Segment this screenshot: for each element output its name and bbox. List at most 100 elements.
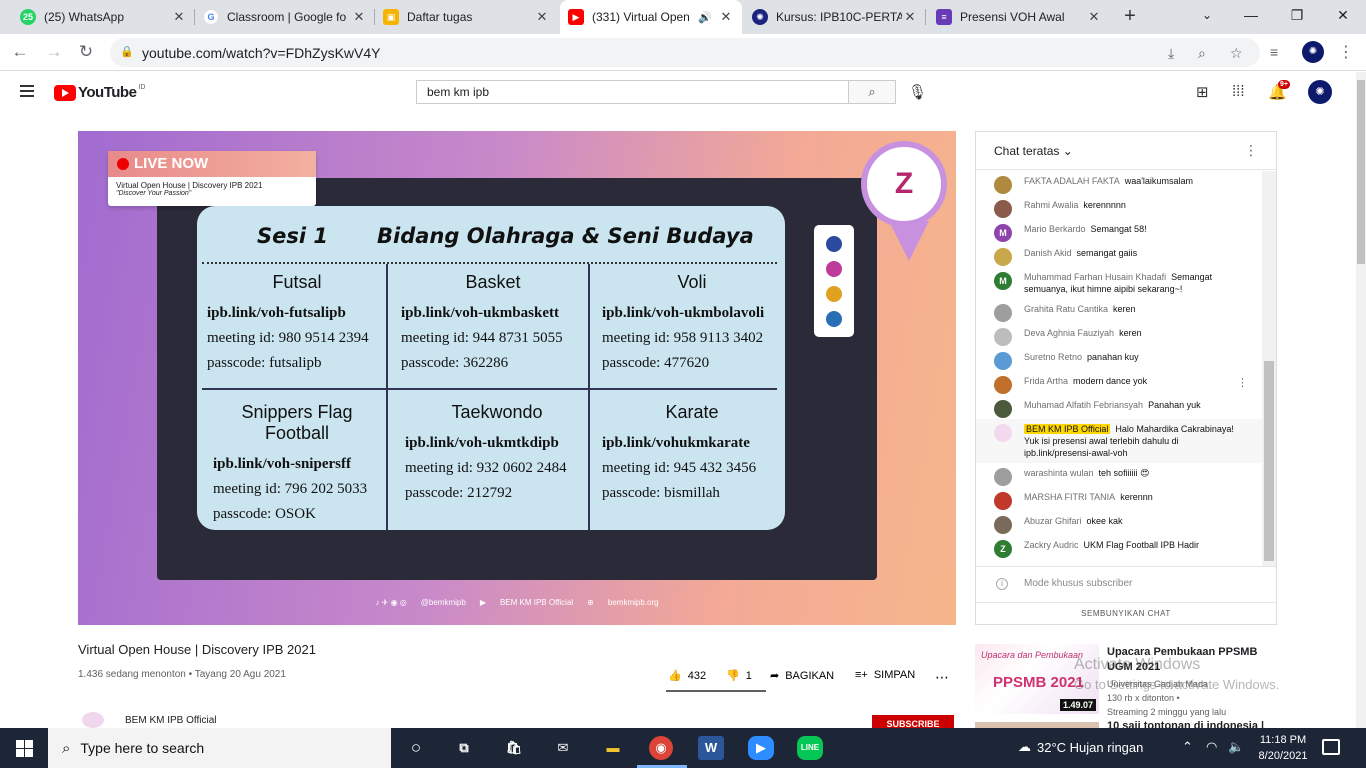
chat-author[interactable]: Suretno Retno (1024, 352, 1082, 362)
create-video-icon[interactable]: ⊞ (1196, 83, 1209, 101)
search-button[interactable]: ⌕ (848, 80, 896, 104)
chat-avatar[interactable] (994, 468, 1012, 486)
media-control-icon[interactable]: ≡ (1270, 44, 1278, 60)
chat-menu-kebab-icon[interactable]: ⋮ (1244, 142, 1258, 159)
tab-search-button[interactable]: ⌄ (1184, 0, 1230, 30)
chat-avatar[interactable] (994, 176, 1012, 194)
new-tab-button[interactable]: + (1118, 4, 1142, 28)
chat-message[interactable]: Suretno Retno panahan kuy (976, 347, 1276, 371)
chat-author[interactable]: Abuzar Ghifari (1024, 516, 1082, 526)
chat-avatar[interactable] (994, 328, 1012, 346)
lock-icon[interactable]: 🔒 (120, 45, 134, 58)
chat-author[interactable]: MARSHA FITRI TANIA (1024, 492, 1115, 502)
tab-youtube-active[interactable]: ▶ (331) Virtual Open 🔊 ✕ (560, 0, 742, 34)
chat-avatar[interactable] (994, 248, 1012, 266)
chat-author[interactable]: FAKTA ADALAH FAKTA (1024, 176, 1120, 186)
tab-classroom[interactable]: G Classroom | Google fo ✕ (195, 0, 375, 34)
chat-avatar[interactable] (994, 200, 1012, 218)
chat-message[interactable]: M Mario Berkardo Semangat 58! (976, 219, 1276, 243)
chat-author[interactable]: Mario Berkardo (1024, 224, 1086, 234)
line-icon[interactable]: LINE (797, 736, 823, 760)
chat-author[interactable]: Muhammad Farhan Husain Khadafi (1024, 272, 1166, 282)
chat-message[interactable]: warashinta wulan teh sofiiiiii 😍 (976, 463, 1276, 487)
chat-avatar[interactable] (994, 424, 1012, 442)
chat-avatar[interactable] (994, 376, 1012, 394)
restore-button[interactable]: ❐ (1274, 0, 1320, 30)
chat-message[interactable]: BEM KM IPB Official Halo Mahardika Cakrab… (976, 419, 1276, 463)
taskbar-clock[interactable]: 11:18 PM 8/20/2021 (1254, 732, 1312, 764)
page-scrollbar[interactable] (1356, 72, 1366, 728)
message-menu-icon[interactable]: ⋮ (1237, 377, 1248, 389)
task-view-icon[interactable]: ⧉ (451, 736, 477, 760)
subscribe-button[interactable]: SUBSCRIBE (872, 715, 954, 728)
reload-button[interactable]: ↻ (74, 40, 98, 64)
close-icon[interactable]: ✕ (1086, 9, 1102, 25)
volume-icon[interactable]: 🔈 (1228, 739, 1244, 755)
tray-chevron-icon[interactable]: ⌃ (1182, 739, 1193, 755)
chat-message[interactable]: Danish Akid semangat gaiis (976, 243, 1276, 267)
more-actions-icon[interactable]: ⋯ (935, 669, 949, 686)
install-icon[interactable]: ⤓ (1168, 45, 1174, 62)
apps-grid-icon[interactable]: ⁞⁞⁞ (1232, 83, 1245, 100)
tab-daftar-tugas[interactable]: ▣ Daftar tugas ✕ (375, 0, 558, 34)
close-icon[interactable]: ✕ (902, 9, 918, 25)
tab-presensi[interactable]: ≡ Presensi VOH Awal ✕ (928, 0, 1110, 34)
channel-name[interactable]: BEM KM IPB Official (125, 715, 217, 726)
chat-scrollbar[interactable] (1262, 171, 1276, 566)
minimize-button[interactable]: — (1228, 0, 1274, 30)
file-explorer-icon[interactable]: ▬ (600, 736, 626, 760)
chat-message[interactable]: Muhamad Alfatih Febriansyah Panahan yuk (976, 395, 1276, 419)
back-button[interactable]: ← (8, 40, 32, 64)
chat-author[interactable]: BEM KM IPB Official (1024, 424, 1111, 434)
next-related-title[interactable]: 10 saji tontonan di indonesia | (1107, 720, 1264, 728)
video-player[interactable]: LIVE NOW Virtual Open House | Discovery … (78, 131, 956, 625)
close-icon[interactable]: ✕ (171, 9, 187, 25)
chat-avatar[interactable]: M (994, 224, 1012, 242)
chat-message[interactable]: Grahita Ratu Cantika keren (976, 299, 1276, 323)
forward-button[interactable]: → (42, 40, 66, 64)
chat-message[interactable]: Deva Aghnia Fauziyah keren (976, 323, 1276, 347)
mail-icon[interactable]: ✉ (550, 736, 576, 760)
word-icon[interactable]: W (698, 736, 724, 760)
youtube-logo[interactable]: YouTube ID (54, 84, 145, 101)
channel-avatar[interactable] (82, 712, 104, 728)
chat-avatar[interactable]: M (994, 272, 1012, 290)
tab-whatsapp[interactable]: 25 (25) WhatsApp ✕ (12, 0, 195, 34)
start-button[interactable] (0, 728, 48, 768)
chat-message[interactable]: Frida Artha modern dance yok ⋮ (976, 371, 1276, 395)
close-icon[interactable]: ✕ (351, 9, 367, 25)
weather-widget[interactable]: ☁ 32°C Hujan ringan (1018, 739, 1143, 755)
close-icon[interactable]: ✕ (534, 9, 550, 25)
store-icon[interactable]: 🛍 (501, 736, 527, 760)
close-window-button[interactable]: ✕ (1320, 0, 1366, 30)
like-button[interactable]: 👍 432 (668, 669, 706, 683)
zoom-icon[interactable]: ⌕ (1198, 45, 1206, 62)
chat-author[interactable]: Muhamad Alfatih Febriansyah (1024, 400, 1143, 410)
chat-message[interactable]: Rahmi Awalia kerennnnn (976, 195, 1276, 219)
zoom-icon[interactable]: ▶ (748, 736, 774, 760)
chat-author[interactable]: Grahita Ratu Cantika (1024, 304, 1108, 314)
chat-message[interactable]: FAKTA ADALAH FAKTA waa'laikumsalam (976, 171, 1276, 195)
chat-message[interactable]: Abuzar Ghifari okee kak (976, 511, 1276, 535)
chat-avatar[interactable] (994, 352, 1012, 370)
chat-avatar[interactable] (994, 516, 1012, 534)
share-button[interactable]: ➦ BAGIKAN (770, 669, 834, 683)
wifi-icon[interactable]: ◠ (1206, 739, 1217, 755)
menu-kebab-icon[interactable]: ⋮ (1338, 42, 1354, 62)
bookmark-star-icon[interactable]: ☆ (1230, 45, 1243, 62)
action-center-icon[interactable] (1322, 739, 1340, 755)
chat-author[interactable]: Danish Akid (1024, 248, 1072, 258)
dislike-button[interactable]: 👎 1 (726, 669, 752, 683)
chat-author[interactable]: Frida Artha (1024, 376, 1068, 386)
speaker-icon[interactable]: 🔊 (698, 11, 712, 24)
close-icon[interactable]: ✕ (718, 9, 734, 25)
account-avatar[interactable]: ✺ (1308, 80, 1332, 104)
hide-chat-button[interactable]: SEMBUNYIKAN CHAT (976, 602, 1276, 624)
chat-author[interactable]: Zackry Audric (1024, 540, 1079, 550)
search-input[interactable]: bem km ipb (416, 80, 848, 104)
chat-avatar[interactable]: Z (994, 540, 1012, 558)
cortana-icon[interactable]: ○ (403, 736, 429, 760)
chat-message[interactable]: Z Zackry Audric UKM Flag Football IPB Hadi… (976, 535, 1276, 559)
chat-message[interactable]: M Muhammad Farhan Husain Khadafi Semangat … (976, 267, 1276, 299)
chat-author[interactable]: Rahmi Awalia (1024, 200, 1078, 210)
